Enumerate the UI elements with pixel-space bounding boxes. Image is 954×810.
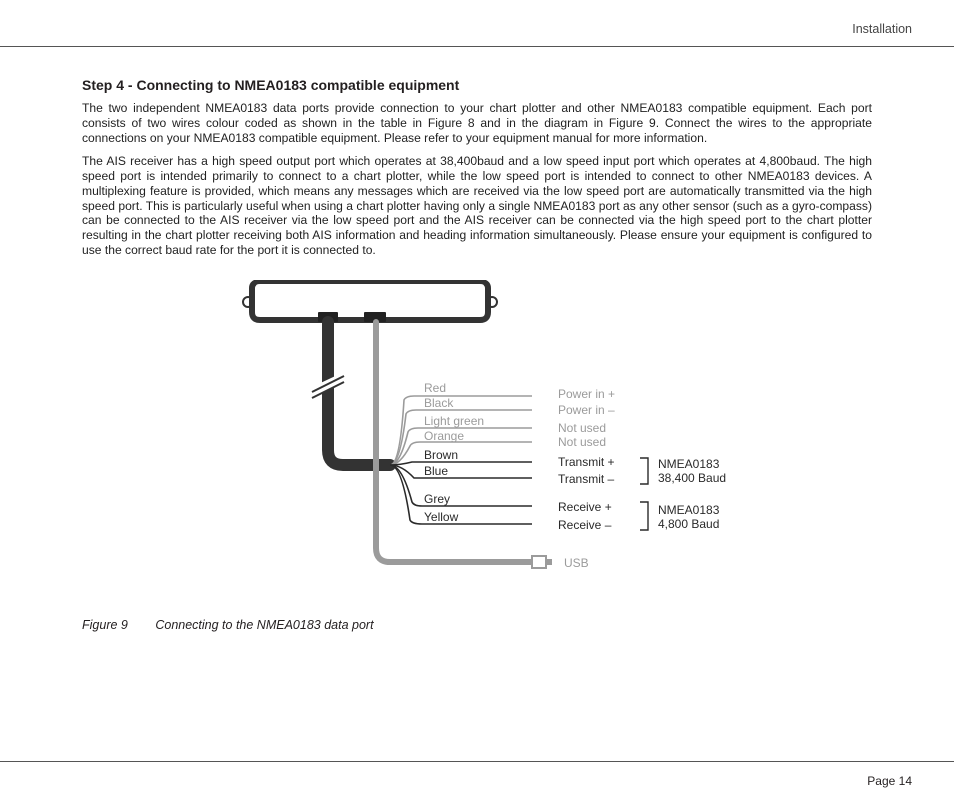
wire-brown: [390, 462, 532, 465]
bracket-lo-speed: [640, 502, 648, 530]
label-signal-brown: Transmit +: [558, 455, 615, 469]
header-section: Installation: [42, 22, 912, 36]
page-number: Page 14: [867, 774, 912, 788]
label-usb: USB: [564, 556, 589, 570]
label-color-blue: Blue: [424, 464, 448, 478]
wiring-diagram: Red Power in + Black Power in – Light gr…: [232, 280, 792, 600]
figure-number: Figure 9: [82, 618, 128, 632]
label-color-yellow: Yellow: [424, 510, 459, 524]
step-heading: Step 4 - Connecting to NMEA0183 compatib…: [82, 77, 872, 93]
label-group-hi-l2: 38,400 Baud: [658, 471, 726, 485]
label-signal-black: Power in –: [558, 403, 615, 417]
wire-grey: [390, 465, 532, 506]
paragraph-2: The AIS receiver has a high speed output…: [82, 154, 872, 257]
label-signal-yellow: Receive –: [558, 518, 612, 532]
figure-caption: Figure 9 Connecting to the NMEA0183 data…: [82, 618, 872, 632]
bracket-hi-speed: [640, 458, 648, 484]
usb-cable: [376, 322, 552, 568]
label-signal-grey: Receive +: [558, 500, 612, 514]
top-rule: [0, 46, 954, 47]
wire-yellow: [390, 465, 532, 524]
device-outline: [243, 282, 497, 322]
label-color-grey: Grey: [424, 492, 450, 506]
paragraph-1: The two independent NMEA0183 data ports …: [82, 101, 872, 145]
label-signal-lightgreen: Not used: [558, 421, 606, 435]
label-color-red: Red: [424, 381, 446, 395]
bottom-rule: [0, 761, 954, 762]
label-group-lo-l1: NMEA0183: [658, 503, 720, 517]
label-group-hi-l1: NMEA0183: [658, 457, 720, 471]
wire-blue: [390, 465, 532, 478]
label-color-lightgreen: Light green: [424, 414, 484, 428]
label-color-black: Black: [424, 396, 454, 410]
label-color-brown: Brown: [424, 448, 458, 462]
label-color-orange: Orange: [424, 429, 464, 443]
label-signal-blue: Transmit –: [558, 472, 615, 486]
label-signal-orange: Not used: [558, 435, 606, 449]
label-signal-red: Power in +: [558, 387, 615, 401]
figure-caption-text: Connecting to the NMEA0183 data port: [155, 618, 373, 632]
label-group-lo-l2: 4,800 Baud: [658, 517, 719, 531]
